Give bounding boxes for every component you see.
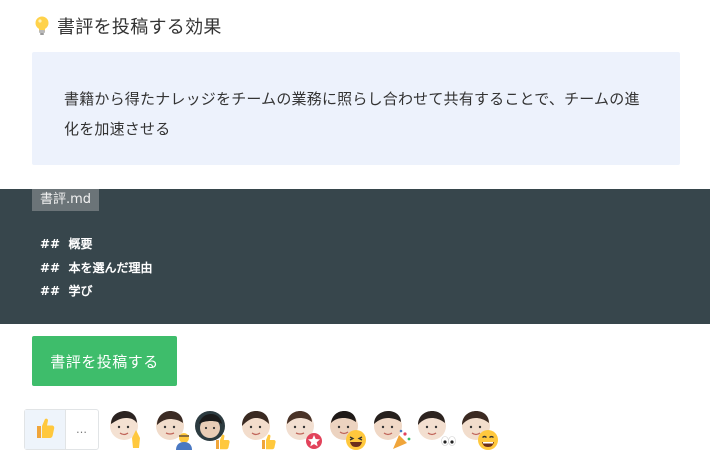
avatar[interactable]: [154, 410, 194, 450]
markdown-code-block: 書評.md ## 概要 ## 本を選んだ理由 ## 学び: [0, 189, 710, 324]
laughing-icon: [346, 430, 366, 450]
avatar[interactable]: [416, 410, 456, 450]
note-text: 書籍から得たナレッジをチームの業務に照らし合わせて共有することで、チームの進化を…: [64, 90, 640, 138]
smile-icon: [478, 430, 498, 450]
thumbs-up-icon: [34, 416, 56, 444]
post-review-button[interactable]: 書評を投稿する: [32, 336, 177, 386]
code-filename: 書評.md: [32, 189, 100, 211]
code-line: ## 学び: [40, 284, 93, 298]
effect-note: 書籍から得たナレッジをチームの業務に照らし合わせて共有することで、チームの進化を…: [32, 52, 680, 165]
reaction-picker: …: [24, 409, 99, 450]
section-heading: 書評を投稿する効果: [34, 12, 222, 40]
avatar[interactable]: [194, 410, 234, 450]
like-reaction-button[interactable]: [25, 410, 66, 449]
sparkle-icon: [306, 433, 322, 449]
code-line: ## 本を選んだ理由: [40, 260, 153, 275]
section-title: 書評を投稿する効果: [57, 17, 222, 38]
code-line: ## 概要: [40, 237, 93, 251]
eyes-icon: [441, 436, 456, 446]
code-lines: ## 概要 ## 本を選んだ理由 ## 学び: [40, 233, 152, 304]
avatar[interactable]: [328, 410, 368, 450]
avatar[interactable]: [460, 410, 500, 450]
avatar[interactable]: [240, 410, 280, 450]
avatar[interactable]: [108, 410, 148, 450]
avatar[interactable]: [372, 410, 412, 450]
more-reactions-button[interactable]: …: [66, 410, 98, 449]
lightbulb-icon: [34, 16, 50, 36]
avatar[interactable]: [284, 410, 324, 450]
